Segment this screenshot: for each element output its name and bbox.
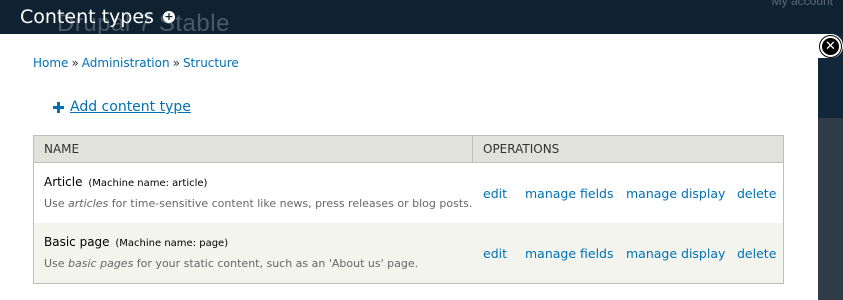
manage-fields-link[interactable]: manage fields <box>525 186 626 201</box>
background-account-link[interactable]: My account <box>772 0 833 8</box>
table-row: Basic page (Machine name: page) Use basi… <box>34 223 783 283</box>
breadcrumb-separator: » <box>172 56 180 70</box>
column-header-operations: OPERATIONS <box>483 142 560 156</box>
plus-icon <box>53 101 64 113</box>
content-type-name-cell: Basic page (Machine name: page) Use basi… <box>34 223 473 283</box>
table-header: NAME OPERATIONS <box>34 136 783 163</box>
content-types-table: NAME OPERATIONS Article (Machine name: a… <box>33 135 784 284</box>
close-icon: ✕ <box>820 36 841 57</box>
add-content-type-label: Add content type <box>70 99 191 115</box>
overlay-title-bar: Content types + <box>20 6 175 28</box>
machine-name: (Machine name: article) <box>88 178 208 189</box>
table-row: Article (Machine name: article) Use arti… <box>34 163 783 223</box>
content-type-name: Basic page <box>44 235 110 249</box>
operations-cell: edit manage fields manage display delete <box>473 163 783 223</box>
breadcrumb-home[interactable]: Home <box>33 56 68 70</box>
content-type-title: Basic page (Machine name: page) <box>44 235 463 249</box>
overlay-panel: Home» Administration» Structure Add conten… <box>0 34 818 300</box>
description-emphasis: basic pages <box>68 257 134 270</box>
add-shortcut-icon[interactable]: + <box>162 11 175 23</box>
description-prefix: Use <box>44 197 69 210</box>
breadcrumb-separator: » <box>71 56 79 70</box>
operations-cell: edit manage fields manage display delete <box>473 223 783 283</box>
content-type-name-cell: Article (Machine name: article) Use arti… <box>34 163 473 223</box>
breadcrumb: Home» Administration» Structure <box>33 56 239 70</box>
page-title: Content types <box>20 6 154 28</box>
content-type-name: Article <box>44 175 83 189</box>
content-type-description: Use articles for time-sensitive content … <box>44 197 472 210</box>
manage-display-link[interactable]: manage display <box>626 186 737 201</box>
delete-link[interactable]: delete <box>737 246 776 261</box>
close-button[interactable]: ✕ <box>818 34 843 58</box>
description-text: for time-sensitive content like news, pr… <box>108 197 473 210</box>
content-type-description: Use basic pages for your static content,… <box>44 257 463 270</box>
machine-name: (Machine name: page) <box>115 238 229 249</box>
edit-link[interactable]: edit <box>483 186 525 201</box>
description-prefix: Use <box>44 257 69 270</box>
delete-link[interactable]: delete <box>737 186 776 201</box>
manage-fields-link[interactable]: manage fields <box>525 246 626 261</box>
description-emphasis: articles <box>68 197 109 210</box>
column-header-name: NAME <box>34 136 473 162</box>
add-content-type-link[interactable]: Add content type <box>53 99 191 115</box>
manage-display-link[interactable]: manage display <box>626 246 737 261</box>
description-text: for your static content, such as an 'Abo… <box>133 257 419 270</box>
content-type-title: Article (Machine name: article) <box>44 175 463 189</box>
edit-link[interactable]: edit <box>483 246 525 261</box>
breadcrumb-structure[interactable]: Structure <box>183 56 239 70</box>
breadcrumb-administration[interactable]: Administration <box>82 56 170 70</box>
